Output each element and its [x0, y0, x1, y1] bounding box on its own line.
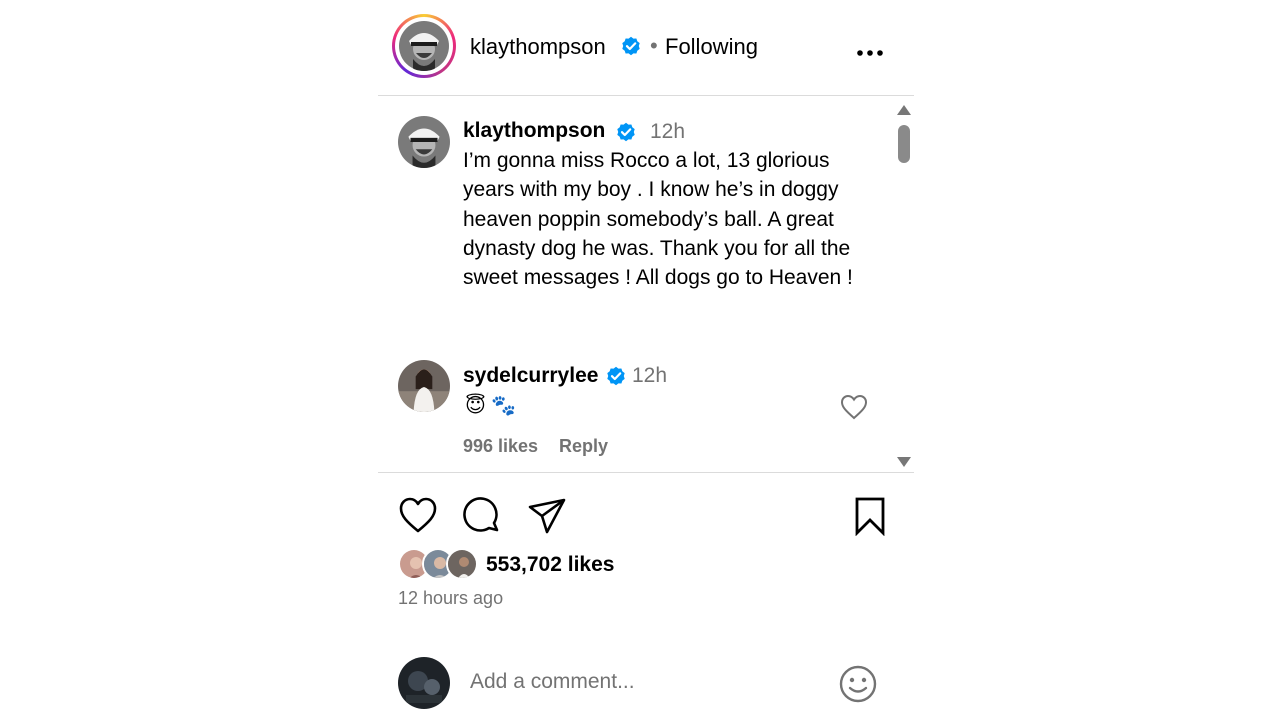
- smiley-icon[interactable]: [838, 664, 878, 709]
- comments-scrollbar[interactable]: [895, 103, 913, 469]
- current-user-avatar[interactable]: [398, 657, 450, 709]
- post-header: klaythompson • Following: [378, 0, 914, 96]
- comment-likes[interactable]: 996 likes: [463, 436, 538, 457]
- scroll-up-arrow-icon[interactable]: [897, 105, 911, 115]
- comment-text: 😇 🐾: [465, 395, 517, 417]
- comment-icon[interactable]: [462, 496, 502, 541]
- author-avatar[interactable]: [399, 21, 449, 71]
- commenter-avatar[interactable]: [398, 360, 450, 412]
- more-options-icon[interactable]: [856, 44, 884, 62]
- action-bar: [378, 496, 914, 538]
- verified-badge-icon: [616, 122, 636, 147]
- post-likes-count[interactable]: 553,702 likes: [486, 553, 614, 577]
- comment-timestamp[interactable]: 12h: [632, 364, 667, 388]
- commenter-username[interactable]: sydelcurrylee: [463, 364, 598, 388]
- post-comments-panel: klaythompson • Following klaythompson 12…: [378, 0, 914, 720]
- add-comment-input[interactable]: [470, 670, 810, 694]
- bookmark-icon[interactable]: [852, 496, 888, 541]
- heart-icon[interactable]: [398, 496, 438, 539]
- reply-button[interactable]: Reply: [559, 436, 608, 457]
- author-username[interactable]: klaythompson: [470, 34, 606, 60]
- paper-plane-icon[interactable]: [527, 496, 567, 541]
- caption-author-avatar[interactable]: [398, 116, 450, 168]
- liker-avatar[interactable]: [446, 548, 478, 580]
- verified-badge-icon: [606, 366, 626, 391]
- caption-username[interactable]: klaythompson: [463, 119, 605, 143]
- separator-dot: •: [650, 33, 658, 58]
- caption-text: I’m gonna miss Rocco a lot, 13 glorious …: [463, 149, 853, 290]
- scroll-down-arrow-icon[interactable]: [897, 457, 911, 467]
- verified-badge-icon: [621, 36, 641, 61]
- story-ring[interactable]: [392, 14, 456, 78]
- post-timestamp[interactable]: 12 hours ago: [398, 588, 503, 609]
- scroll-thumb[interactable]: [898, 125, 910, 163]
- comment-heart-icon[interactable]: [840, 394, 868, 425]
- following-button[interactable]: Following: [665, 34, 758, 60]
- caption-timestamp[interactable]: 12h: [650, 120, 685, 144]
- comments-list[interactable]: klaythompson 12h I’m gonna miss Rocco a …: [378, 97, 914, 473]
